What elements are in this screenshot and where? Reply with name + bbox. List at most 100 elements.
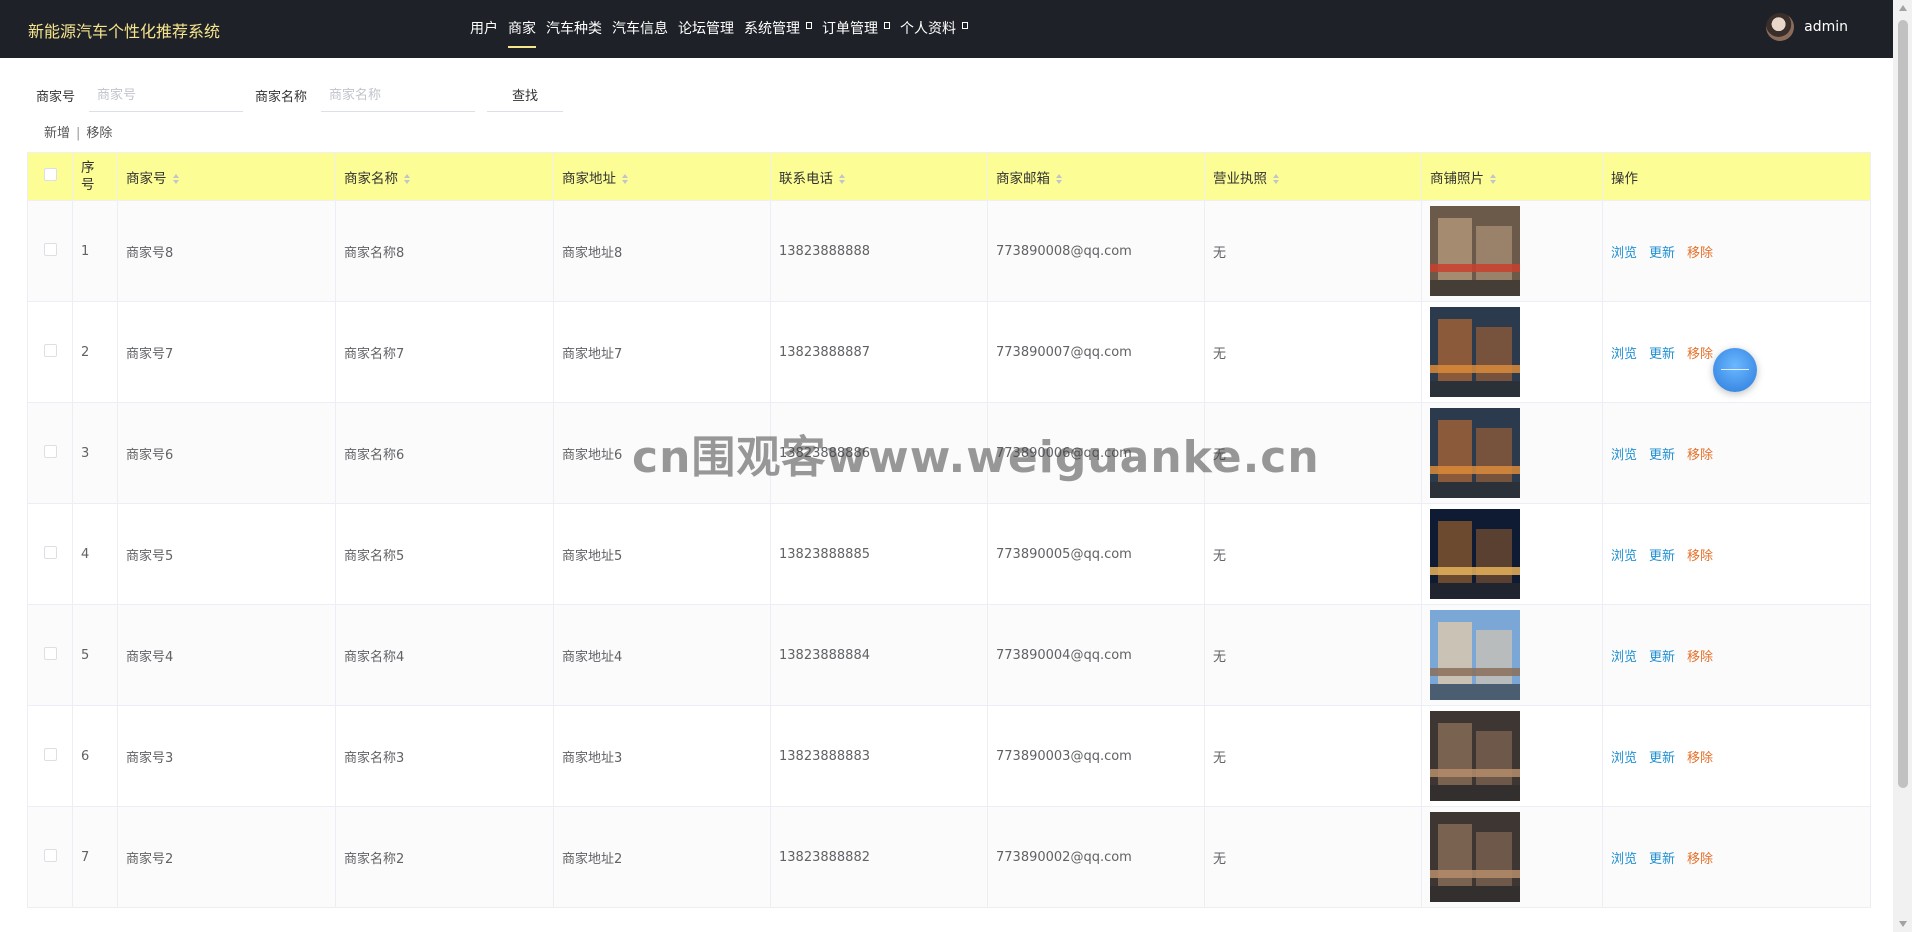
cell-email: 773890002@qq.com (987, 806, 1205, 908)
nav-item-forum[interactable]: 论坛管理 (678, 0, 734, 58)
view-button[interactable]: 浏览 (1611, 246, 1637, 261)
header-label: 商家号 (126, 170, 167, 187)
cell-ops: 浏览 更新 移除 (1602, 705, 1871, 807)
update-button[interactable]: 更新 (1649, 347, 1675, 362)
cell-index: 6 (72, 705, 118, 807)
shop-photo[interactable] (1430, 408, 1520, 498)
nav-item-profile[interactable]: 个人资料 (900, 0, 968, 58)
row-checkbox[interactable] (43, 242, 57, 256)
row-checkbox[interactable] (43, 646, 57, 660)
bulk-remove-button[interactable]: 移除 (86, 126, 112, 141)
view-button[interactable]: 浏览 (1611, 650, 1637, 665)
nav-label: 系统管理 (744, 21, 800, 37)
sort-icon[interactable] (404, 173, 410, 184)
row-checkbox[interactable] (43, 343, 57, 357)
row-select-cell (27, 604, 73, 706)
header-name[interactable]: 商家名称 (335, 152, 554, 201)
nav-item-orders[interactable]: 订单管理 (822, 0, 890, 58)
nav-item-merchants[interactable]: 商家 (508, 0, 536, 58)
user-menu[interactable]: admin (1766, 13, 1848, 41)
shop-photo[interactable] (1430, 307, 1520, 397)
cell-ops: 浏览 更新 移除 (1602, 604, 1871, 706)
row-checkbox[interactable] (43, 747, 57, 761)
cell-index: 3 (72, 402, 118, 504)
cell-index: 4 (72, 503, 118, 605)
sort-icon[interactable] (1490, 173, 1496, 184)
sort-icon[interactable] (172, 173, 179, 184)
nav-item-car-info[interactable]: 汽车信息 (612, 0, 668, 58)
view-button[interactable]: 浏览 (1611, 448, 1637, 463)
remove-button[interactable]: 移除 (1687, 751, 1713, 766)
update-button[interactable]: 更新 (1649, 549, 1675, 564)
row-checkbox[interactable] (43, 545, 57, 559)
cell-name: 商家名称2 (335, 806, 554, 908)
sort-icon[interactable] (839, 173, 845, 184)
cell-photo (1421, 503, 1603, 605)
update-button[interactable]: 更新 (1649, 448, 1675, 463)
remove-button[interactable]: 移除 (1687, 549, 1713, 564)
update-button[interactable]: 更新 (1649, 852, 1675, 867)
scroll-down-icon[interactable] (1899, 921, 1907, 927)
view-button[interactable]: 浏览 (1611, 852, 1637, 867)
scroll-up-icon[interactable] (1899, 5, 1907, 11)
header-license[interactable]: 营业执照 (1204, 152, 1422, 201)
merchant-name-input[interactable] (321, 78, 476, 112)
header-photo[interactable]: 商铺照片 (1421, 152, 1603, 201)
remove-button[interactable]: 移除 (1687, 347, 1713, 362)
cell-phone: 13823888886 (770, 402, 988, 504)
scroll-thumb[interactable] (1898, 20, 1908, 788)
nav-label: 论坛管理 (678, 21, 734, 37)
cell-photo (1421, 806, 1603, 908)
table-actions: 新增 | 移除 (44, 122, 112, 141)
cell-email: 773890003@qq.com (987, 705, 1205, 807)
update-button[interactable]: 更新 (1649, 650, 1675, 665)
row-checkbox[interactable] (43, 444, 57, 458)
shop-photo[interactable] (1430, 610, 1520, 700)
view-button[interactable]: 浏览 (1611, 751, 1637, 766)
shop-photo[interactable] (1430, 711, 1520, 801)
shop-photo[interactable] (1430, 509, 1520, 599)
cell-code: 商家号5 (117, 503, 336, 605)
nav-label: 订单管理 (822, 21, 878, 37)
nav-item-users[interactable]: 用户 (470, 0, 498, 58)
add-button[interactable]: 新增 (44, 126, 70, 141)
header-address[interactable]: 商家地址 (553, 152, 771, 201)
nav-item-system[interactable]: 系统管理 (744, 0, 812, 58)
sort-icon[interactable] (1273, 173, 1279, 184)
merchant-code-input[interactable] (89, 78, 244, 112)
header-label: 序号 (81, 159, 95, 193)
remove-button[interactable]: 移除 (1687, 650, 1713, 665)
shop-photo[interactable] (1430, 206, 1520, 296)
row-checkbox[interactable] (43, 848, 57, 862)
cell-license: 无 (1204, 806, 1422, 908)
remove-button[interactable]: 移除 (1687, 448, 1713, 463)
view-button[interactable]: 浏览 (1611, 549, 1637, 564)
table-row: 2 商家号7 商家名称7 商家地址7 13823888887 773890007@qq.c… (27, 301, 1871, 403)
update-button[interactable]: 更新 (1649, 246, 1675, 261)
header-code[interactable]: 商家号 (117, 152, 336, 201)
sort-icon[interactable] (1056, 173, 1062, 184)
cell-name: 商家名称5 (335, 503, 554, 605)
remove-button[interactable]: 移除 (1687, 852, 1713, 867)
shop-photo[interactable] (1430, 812, 1520, 902)
header-email[interactable]: 商家邮箱 (987, 152, 1205, 201)
cell-code: 商家号3 (117, 705, 336, 807)
sort-icon[interactable] (622, 173, 628, 184)
header-label: 操作 (1611, 170, 1638, 187)
merchant-table: 序号 商家号 商家名称 商家地址 联系电话 商家邮箱 营业执照 商铺照片 操作 … (27, 152, 1871, 908)
merchant-name-label: 商家名称 (255, 89, 308, 105)
cell-index: 1 (72, 200, 118, 302)
nav-item-car-types[interactable]: 汽车种类 (546, 0, 602, 58)
row-select-cell (27, 402, 73, 504)
floating-assist-button[interactable] (1713, 348, 1757, 392)
header-phone[interactable]: 联系电话 (770, 152, 988, 201)
row-select-cell (27, 806, 73, 908)
select-all-checkbox[interactable] (43, 168, 57, 181)
update-button[interactable]: 更新 (1649, 751, 1675, 766)
cell-license: 无 (1204, 301, 1422, 403)
page-scrollbar[interactable] (1893, 0, 1912, 932)
remove-button[interactable]: 移除 (1687, 246, 1713, 261)
search-button[interactable]: 查找 (487, 78, 564, 112)
cell-phone: 13823888885 (770, 503, 988, 605)
view-button[interactable]: 浏览 (1611, 347, 1637, 362)
